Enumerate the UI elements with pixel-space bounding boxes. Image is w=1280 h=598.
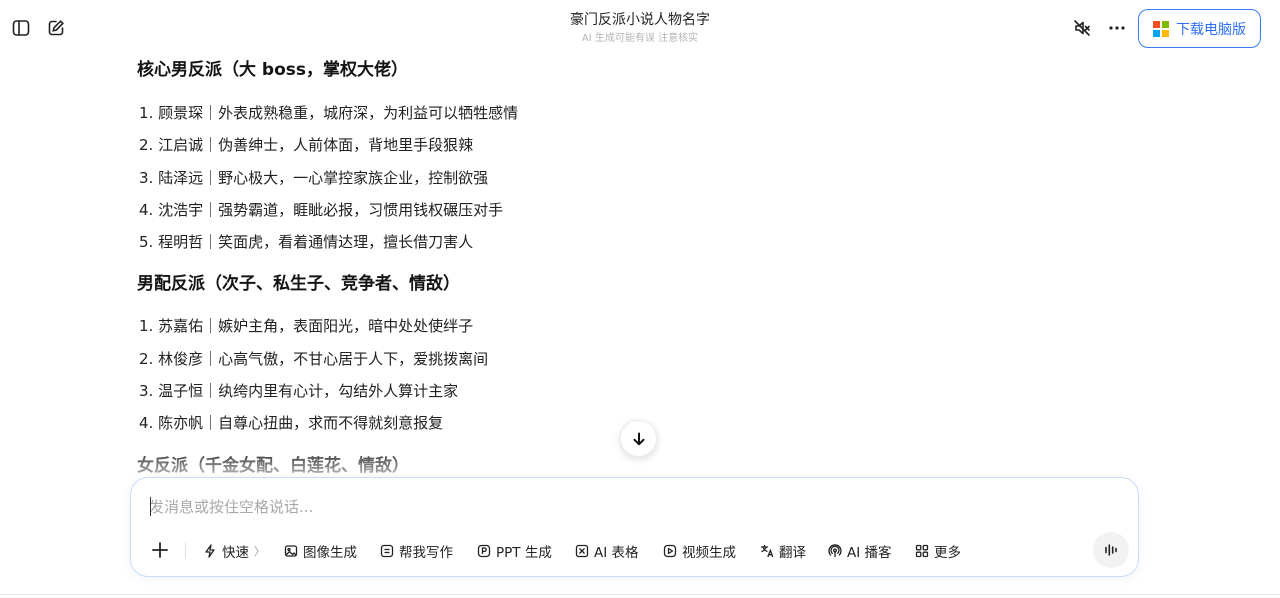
tool-label: 更多	[934, 545, 961, 561]
section-title: 男配反派（次子、私生子、竞争者、情敌）	[137, 274, 460, 294]
tool-label: 视频生成	[682, 545, 736, 561]
quick-mode-button[interactable]: 快速 〉	[203, 538, 265, 564]
table-icon	[575, 544, 589, 558]
list-item: 1. 苏嘉佑｜嫉妒主角，表面阳光，暗中处处使绊子	[139, 317, 474, 335]
list-item: 4. 沈浩宇｜强势霸道，睚眦必报，习惯用钱权碾压对手	[139, 201, 504, 219]
mute-icon[interactable]	[1071, 17, 1093, 39]
list-item: 2. 江启诚｜伪善绅士，人前体面，背地里手段狠辣	[139, 136, 474, 154]
tool-label: 翻译	[779, 545, 806, 561]
arrow-down-icon	[633, 432, 644, 445]
toolbar-divider	[185, 543, 186, 559]
tool-image-generation[interactable]: 图像生成	[284, 538, 357, 564]
list-item: 1. 顾景琛｜外表成熟稳重，城府深，为利益可以牺牲感情	[139, 104, 519, 122]
voice-input-button[interactable]	[1093, 532, 1129, 568]
header: 豪门反派小说人物名字 AI 生成可能有误 注意核实 下载电脑版	[0, 0, 1280, 58]
video-icon	[663, 544, 677, 558]
section-title: 核心男反派（大 boss，掌权大佬）	[137, 60, 409, 80]
tool-ppt-generation[interactable]: PPT 生成	[477, 538, 552, 564]
podcast-icon	[828, 544, 842, 558]
grid-icon	[915, 544, 929, 558]
more-icon[interactable]	[1106, 17, 1128, 39]
tool-writing[interactable]: 帮我写作	[380, 538, 453, 564]
list-item: 5. 程明哲｜笑面虎，看着通情达理，擅长借刀害人	[139, 233, 474, 251]
list-item: 2. 林俊彦｜心高气傲，不甘心居于人下，爱挑拨离间	[139, 350, 489, 368]
sidebar-toggle-icon[interactable]	[10, 17, 32, 39]
translate-icon	[760, 544, 774, 558]
new-chat-icon[interactable]	[45, 17, 67, 39]
voice-wave-icon	[1105, 544, 1117, 556]
attach-plus-button[interactable]	[149, 539, 171, 561]
text-caret	[150, 497, 151, 516]
download-label: 下载电脑版	[1176, 21, 1246, 38]
tool-ai-podcast[interactable]: AI 播客	[828, 538, 892, 564]
tool-label: AI 播客	[847, 545, 892, 561]
window-bottom-border	[0, 594, 1280, 595]
tool-ai-table[interactable]: AI 表格	[575, 538, 639, 564]
tool-label: 图像生成	[303, 545, 357, 561]
scroll-to-bottom-button[interactable]	[620, 420, 657, 457]
ppt-icon	[477, 544, 491, 558]
tool-translate[interactable]: 翻译	[760, 538, 806, 564]
tool-label: 帮我写作	[399, 545, 453, 561]
image-icon	[284, 545, 298, 557]
tool-label: PPT 生成	[496, 545, 552, 561]
composer-toolbar: 快速 〉 图像生成 帮我写作 PPT 生成 AI 表格 视频生成 翻译 AI 播…	[131, 538, 1138, 564]
section-title: 女反派（千金女配、白莲花、情敌）	[137, 456, 409, 476]
write-icon	[380, 544, 394, 558]
tool-video-generation[interactable]: 视频生成	[663, 538, 736, 564]
message-composer: 快速 〉 图像生成 帮我写作 PPT 生成 AI 表格 视频生成	[130, 477, 1139, 577]
chevron-right-icon: 〉	[254, 545, 265, 558]
lightning-icon	[205, 544, 215, 558]
download-desktop-button[interactable]: 下载电脑版	[1138, 9, 1261, 48]
list-item: 3. 陆泽远｜野心极大，一心掌控家族企业，控制欲强	[139, 169, 489, 187]
tool-more[interactable]: 更多	[915, 538, 961, 564]
chat-app: 豪门反派小说人物名字 AI 生成可能有误 注意核实 下载电脑版 核心男反派（大 …	[0, 0, 1280, 598]
list-item: 4. 陈亦帆｜自尊心扭曲，求而不得就刻意报复	[139, 414, 444, 432]
tool-label: AI 表格	[594, 545, 639, 561]
windows-logo-icon	[1153, 20, 1169, 37]
message-input[interactable]	[149, 496, 1049, 518]
list-item: 3. 温子恒｜纨绔内里有心计，勾结外人算计主家	[139, 382, 459, 400]
tool-label: 快速	[222, 545, 249, 561]
plus-icon	[152, 542, 168, 558]
